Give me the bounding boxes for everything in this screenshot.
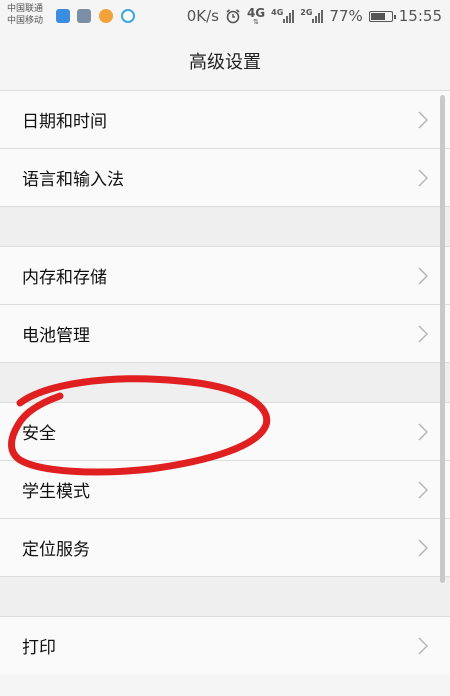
section-divider bbox=[0, 576, 450, 616]
weibo-icon bbox=[99, 9, 113, 23]
network-3-label: 2G bbox=[300, 8, 313, 17]
settings-row[interactable]: 打印 bbox=[0, 616, 450, 674]
settings-row-label: 学生模式 bbox=[22, 482, 90, 502]
settings-row-label: 内存和存储 bbox=[22, 268, 107, 288]
page-title: 高级设置 bbox=[0, 32, 450, 90]
signal-1: 4G bbox=[271, 8, 295, 23]
battery-level bbox=[370, 12, 385, 20]
status-bar: 中国联通 中国移动 0K/s 4G ⇅ 4G 2G 77% 15:55 bbox=[0, 0, 450, 32]
settings-row-label: 语言和输入法 bbox=[22, 170, 124, 190]
status-right: 0K/s 4G ⇅ 4G 2G 77% 15:55 bbox=[187, 5, 442, 27]
chevron-right-icon bbox=[418, 480, 428, 499]
network-speed: 0K/s bbox=[186, 7, 219, 25]
carrier-2: 中国移动 bbox=[7, 16, 44, 26]
gallery-icon bbox=[77, 9, 91, 23]
settings-row-label: 电池管理 bbox=[22, 326, 90, 346]
section-divider bbox=[0, 362, 450, 402]
settings-row-label: 打印 bbox=[22, 638, 56, 658]
network-1: 4G ⇅ bbox=[247, 7, 265, 26]
data-arrows-icon: ⇅ bbox=[253, 17, 259, 26]
settings-row[interactable]: 学生模式 bbox=[0, 460, 450, 518]
alarm-clock-icon bbox=[226, 9, 240, 24]
network-1-label: 4G bbox=[246, 5, 266, 20]
settings-row[interactable]: 内存和存储 bbox=[0, 246, 450, 304]
chevron-right-icon bbox=[418, 538, 428, 557]
carrier-info: 中国联通 中国移动 bbox=[7, 3, 43, 27]
settings-row[interactable]: 日期和时间 bbox=[0, 90, 450, 148]
signal-2: 2G bbox=[300, 8, 324, 23]
settings-row[interactable]: 安全 bbox=[0, 402, 450, 460]
chevron-right-icon bbox=[418, 636, 428, 655]
signal-bars-2-icon bbox=[312, 9, 324, 23]
settings-row[interactable]: 定位服务 bbox=[0, 518, 450, 576]
chevron-right-icon bbox=[418, 110, 428, 129]
section-divider bbox=[0, 206, 450, 246]
browser-icon bbox=[121, 9, 135, 23]
signal-bars-1-icon bbox=[283, 9, 295, 23]
app-notification-icon bbox=[56, 9, 70, 23]
settings-row-label: 定位服务 bbox=[22, 540, 90, 560]
chevron-right-icon bbox=[418, 324, 428, 343]
network-2-label: 4G bbox=[271, 8, 284, 17]
battery-icon bbox=[368, 10, 396, 22]
settings-row-label: 安全 bbox=[22, 424, 56, 444]
carrier-1: 中国联通 bbox=[7, 4, 44, 14]
settings-row-label: 日期和时间 bbox=[22, 112, 107, 132]
clock: 15:55 bbox=[398, 7, 442, 25]
settings-list: 日期和时间语言和输入法 内存和存储电池管理安全学生模式定位服务打印 bbox=[0, 90, 450, 674]
chevron-right-icon bbox=[418, 168, 428, 187]
battery-percent: 77% bbox=[329, 7, 363, 25]
chevron-right-icon bbox=[418, 266, 428, 285]
chevron-right-icon bbox=[418, 422, 428, 441]
scrollbar[interactable] bbox=[440, 95, 445, 583]
settings-row[interactable]: 电池管理 bbox=[0, 304, 450, 362]
settings-row[interactable]: 语言和输入法 bbox=[0, 148, 450, 206]
